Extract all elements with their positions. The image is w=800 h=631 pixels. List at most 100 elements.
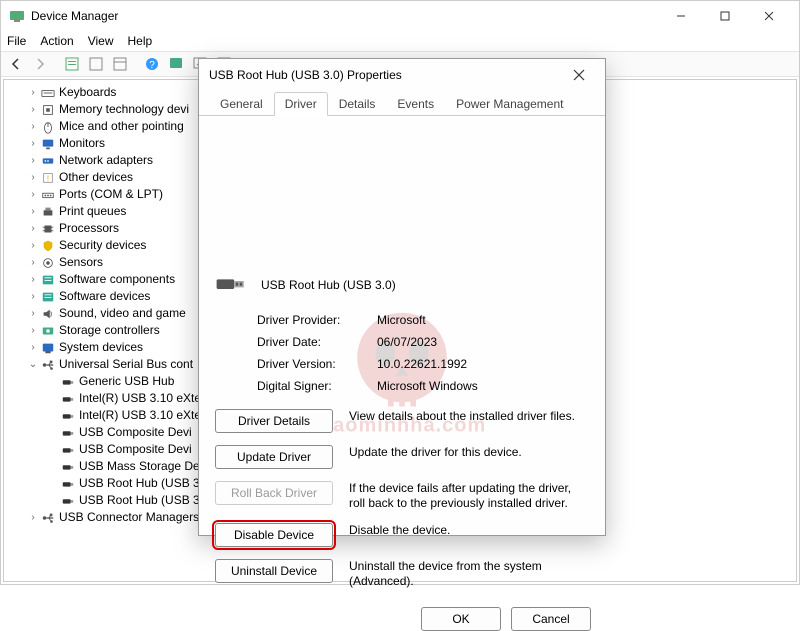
roll-back-driver-desc: If the device fails after updating the d… — [349, 481, 589, 511]
usb-dev-icon — [60, 460, 76, 474]
chevron-right-icon[interactable]: › — [26, 84, 40, 101]
chevron-right-icon[interactable]: › — [26, 135, 40, 152]
tree-node-label: Sound, video and game — [59, 305, 186, 322]
update-driver-desc: Update the driver for this device. — [349, 445, 589, 460]
tree-node-label: Intel(R) USB 3.10 eXte — [79, 407, 201, 424]
svg-text:?: ? — [149, 60, 155, 71]
chevron-right-icon[interactable]: › — [26, 322, 40, 339]
chevron-right-icon[interactable]: › — [26, 101, 40, 118]
value-version: 10.0.22621.1992 — [377, 357, 589, 371]
minimize-button[interactable] — [659, 1, 703, 31]
usb-dev-icon — [60, 409, 76, 423]
tool-icon[interactable] — [165, 54, 187, 74]
dialog-titlebar: USB Root Hub (USB 3.0) Properties — [199, 59, 605, 91]
tab-general[interactable]: General — [209, 92, 274, 115]
tree-node-label: USB Connector Managers — [59, 509, 199, 526]
menu-view[interactable]: View — [88, 34, 114, 48]
sound-icon — [40, 307, 56, 321]
usb-dev-icon — [60, 494, 76, 508]
back-button[interactable] — [5, 54, 27, 74]
chevron-right-icon[interactable]: › — [26, 339, 40, 356]
tree-node-label: USB Root Hub (USB 3. — [79, 475, 203, 492]
tree-node-label: USB Mass Storage De — [79, 458, 200, 475]
chevron-right-icon[interactable]: › — [26, 305, 40, 322]
label-signer: Digital Signer: — [257, 379, 377, 393]
tree-node-label: Keyboards — [59, 84, 116, 101]
menubar: File Action View Help — [1, 31, 799, 51]
tree-node-label: Storage controllers — [59, 322, 160, 339]
properties-dialog: USB Root Hub (USB 3.0) Properties Genera… — [198, 58, 606, 536]
tree-node-label: Memory technology devi — [59, 101, 189, 118]
svg-text:!: ! — [47, 174, 49, 183]
tool-icon[interactable] — [109, 54, 131, 74]
usb-dev-icon — [60, 443, 76, 457]
other-icon: ! — [40, 171, 56, 185]
tab-details[interactable]: Details — [328, 92, 387, 115]
device-name: USB Root Hub (USB 3.0) — [261, 278, 396, 292]
disable-device-desc: Disable the device. — [349, 523, 589, 538]
chevron-right-icon[interactable]: › — [26, 254, 40, 271]
tree-node-label: Processors — [59, 220, 119, 237]
chevron-right-icon[interactable]: › — [26, 152, 40, 169]
tool-icon[interactable] — [85, 54, 107, 74]
chevron-right-icon[interactable]: › — [26, 220, 40, 237]
sensor-icon — [40, 256, 56, 270]
close-button[interactable] — [747, 1, 791, 31]
tree-node-label: Ports (COM & LPT) — [59, 186, 163, 203]
roll-back-driver-button: Roll Back Driver — [215, 481, 333, 505]
label-date: Driver Date: — [257, 335, 377, 349]
driver-details-button[interactable]: Driver Details — [215, 409, 333, 433]
usb-device-icon — [215, 273, 247, 297]
cpu-icon — [40, 222, 56, 236]
usb-dev-icon — [60, 375, 76, 389]
chevron-right-icon[interactable]: › — [26, 509, 40, 526]
dialog-tabs: General Driver Details Events Power Mana… — [199, 91, 605, 116]
disable-device-button[interactable]: Disable Device — [215, 523, 333, 547]
dialog-body: Daominhha.com USB Root Hub (USB 3.0) Dri… — [199, 116, 605, 607]
help-icon[interactable]: ? — [141, 54, 163, 74]
maximize-button[interactable] — [703, 1, 747, 31]
tree-node-label: Software devices — [59, 288, 150, 305]
tool-icon[interactable] — [61, 54, 83, 74]
monitor-icon — [40, 137, 56, 151]
tree-node-label: Software components — [59, 271, 175, 288]
chevron-right-icon[interactable]: › — [26, 237, 40, 254]
security-icon — [40, 239, 56, 253]
chevron-right-icon[interactable]: › — [26, 118, 40, 135]
chip-icon — [40, 103, 56, 117]
tree-node-label: USB Composite Devi — [79, 424, 192, 441]
titlebar: Device Manager — [1, 1, 799, 31]
tree-node-label: Intel(R) USB 3.10 eXte — [79, 390, 201, 407]
chevron-right-icon[interactable]: › — [26, 271, 40, 288]
tree-node-label: Universal Serial Bus cont — [59, 356, 193, 373]
menu-file[interactable]: File — [7, 34, 26, 48]
tab-driver[interactable]: Driver — [274, 92, 328, 116]
forward-button[interactable] — [29, 54, 51, 74]
tree-node-label: USB Composite Devi — [79, 441, 192, 458]
app-icon — [9, 8, 25, 24]
chevron-right-icon[interactable]: › — [26, 169, 40, 186]
usb-dev-icon — [60, 477, 76, 491]
tab-power-management[interactable]: Power Management — [445, 92, 574, 115]
keyboard-icon — [40, 86, 56, 100]
window-controls — [659, 1, 791, 31]
label-provider: Driver Provider: — [257, 313, 377, 327]
usb-dev-icon — [60, 426, 76, 440]
menu-help[interactable]: Help — [128, 34, 153, 48]
uninstall-device-button[interactable]: Uninstall Device — [215, 559, 333, 583]
cancel-button[interactable]: Cancel — [511, 607, 591, 631]
tree-node-label: Network adapters — [59, 152, 153, 169]
chevron-down-icon[interactable]: ⌄ — [26, 356, 40, 373]
driver-details-desc: View details about the installed driver … — [349, 409, 589, 424]
chevron-right-icon[interactable]: › — [26, 288, 40, 305]
tree-node-label: Generic USB Hub — [79, 373, 174, 390]
chevron-right-icon[interactable]: › — [26, 203, 40, 220]
ok-button[interactable]: OK — [421, 607, 501, 631]
chevron-right-icon[interactable]: › — [26, 186, 40, 203]
menu-action[interactable]: Action — [40, 34, 73, 48]
dialog-close-button[interactable] — [563, 59, 595, 91]
tab-events[interactable]: Events — [386, 92, 445, 115]
device-header: USB Root Hub (USB 3.0) — [215, 273, 589, 297]
update-driver-button[interactable]: Update Driver — [215, 445, 333, 469]
storage-icon — [40, 324, 56, 338]
